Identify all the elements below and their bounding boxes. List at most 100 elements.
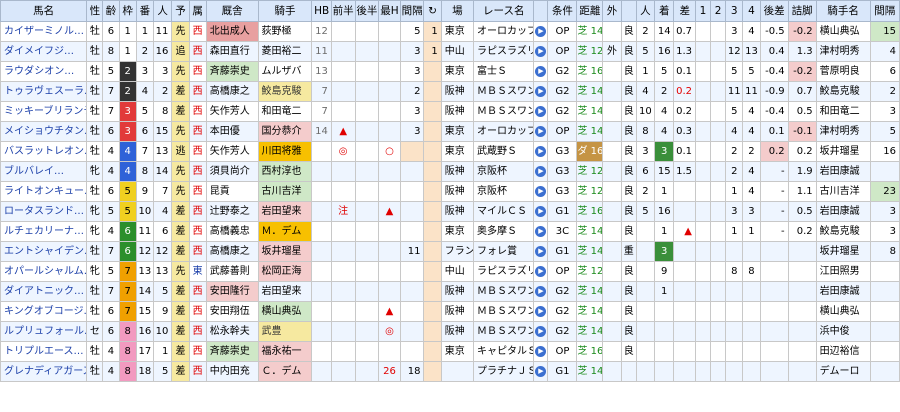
race-detail-icon[interactable]: ▶ <box>533 321 549 342</box>
table-row[interactable]: バスラットレオン… 牡 4 4 7 13 逃西矢作芳人 川田将雅 ◎ ○ 東京 武蔵野Ｓ ▶ G3 ダ 16… <box>0 141 900 162</box>
table-row[interactable]: ダイアトニック…牡77145差西安田隆行岩田望来阪神ＭＢＳスワン▶G2芝 140… <box>0 281 900 302</box>
play-icon[interactable]: ▶ <box>535 205 547 217</box>
table-row[interactable]: トゥラヴェスーラ… 牡 7 2 4 2 差西高橋康之 鮫島克駿 7 2 阪神 ＭＢＳスワン ▶ G2 芝 1… <box>0 81 900 102</box>
table-row[interactable]: ミッキーブリランテ…牡7358差西矢作芳人和田竜二73阪神ＭＢＳスワン▶G2芝 … <box>0 101 900 122</box>
race-detail-icon[interactable]: ▶ <box>533 61 549 82</box>
cell-race[interactable]: オーロカップ <box>473 121 535 142</box>
cell-race[interactable]: ＭＢＳスワン <box>473 301 535 322</box>
play-icon[interactable]: ▶ <box>535 345 547 357</box>
race-detail-icon[interactable]: ▶ <box>533 261 549 282</box>
horse-name-cell[interactable]: グレナディアガーズ… <box>0 361 88 382</box>
column-header[interactable]: 後差 <box>759 0 789 22</box>
horse-name-cell[interactable]: バスラットレオン… <box>0 141 88 162</box>
table-row[interactable]: カイザーミノル… 牡 6 1 1 11 先西北出成人 荻野極 12 5 1 東京 オーロカップ ▶ OP 芝 … <box>0 21 900 42</box>
column-header[interactable]: 人 <box>153 0 173 22</box>
column-header[interactable]: 外 <box>602 0 622 22</box>
column-header[interactable]: 差 <box>673 0 696 22</box>
column-header[interactable]: 馬名 <box>0 0 88 22</box>
play-icon[interactable]: ▶ <box>535 325 547 337</box>
cell-race[interactable]: フォレ賞 <box>473 241 535 262</box>
cell-race[interactable]: オーロカップ <box>473 21 535 42</box>
play-icon[interactable]: ▶ <box>535 25 547 37</box>
horse-name-cell[interactable]: ロータスランド… <box>0 201 88 222</box>
cell-race[interactable]: 富士Ｓ <box>473 61 535 82</box>
table-row[interactable]: ライトオンキュー…牡6597先西昆貢古川吉洋阪神京阪杯▶G3芝 1200良211… <box>0 181 900 202</box>
race-detail-icon[interactable]: ▶ <box>533 341 549 362</box>
play-icon[interactable]: ▶ <box>535 45 547 57</box>
play-icon[interactable]: ▶ <box>535 85 547 97</box>
race-detail-icon[interactable]: ▶ <box>533 101 549 122</box>
horse-name-cell[interactable]: ミッキーブリランテ… <box>0 101 88 122</box>
column-header[interactable]: 着 <box>654 0 675 22</box>
column-header[interactable]: 予 <box>171 0 190 22</box>
column-header[interactable]: 後半 <box>354 0 380 22</box>
horse-name-cell[interactable]: エントシャイデン… <box>0 241 88 262</box>
race-detail-icon[interactable]: ▶ <box>533 121 549 142</box>
table-row[interactable]: ルチェカリーナ…牝46116差西高橋義忠Ｍ．デム東京奥多摩Ｓ▶3C芝 1400良… <box>0 221 900 242</box>
cell-race[interactable]: プラチナＪＳ <box>473 361 535 382</box>
column-header[interactable]: 枠 <box>118 0 137 22</box>
column-header[interactable]: HB <box>311 0 332 22</box>
race-detail-icon[interactable]: ▶ <box>533 281 549 302</box>
horse-name-cell[interactable]: トゥラヴェスーラ… <box>0 81 88 102</box>
cell-race[interactable]: 京阪杯 <box>473 181 535 202</box>
column-header[interactable]: 間隔 <box>399 0 425 22</box>
race-detail-icon[interactable]: ▶ <box>533 141 549 162</box>
column-header[interactable]: 性 <box>86 0 104 22</box>
race-detail-icon[interactable]: ▶ <box>533 301 549 322</box>
horse-name-cell[interactable]: オパールシャルム… <box>0 261 88 282</box>
race-detail-icon[interactable]: ▶ <box>533 221 549 242</box>
column-header[interactable]: 属 <box>188 0 207 22</box>
table-row[interactable]: トリプルエース…牡48171差西斉藤崇史福永祐一 東京キャピタルＳ▶OP芝 160… <box>0 341 900 362</box>
table-row[interactable]: ダイメイフジ… 牡 8 1 2 16 追西森田直行 菱田裕二 11 3 1 中山 ラピスラズリ ▶ OP 芝 … <box>0 41 900 62</box>
race-detail-icon[interactable]: ▶ <box>533 81 549 102</box>
table-row[interactable]: オパールシャルム… 牝 5 7 13 13 先東武藤善則 松岡正海 中山 ラピスラズリ ▶ OP 芝 1… <box>0 261 900 282</box>
column-header[interactable] <box>533 0 549 22</box>
horse-name-cell[interactable]: キングオブコージ… <box>0 301 88 322</box>
column-header[interactable]: 1 <box>694 0 712 22</box>
play-icon[interactable]: ▶ <box>535 125 547 137</box>
race-detail-icon[interactable]: ▶ <box>533 361 549 382</box>
column-header[interactable]: 3 <box>725 0 744 22</box>
column-header[interactable]: 間隔 <box>869 0 900 22</box>
cell-race[interactable]: ＭＢＳスワン <box>473 81 535 102</box>
race-detail-icon[interactable]: ▶ <box>533 161 549 182</box>
horse-name-cell[interactable]: カイザーミノル… <box>0 21 88 42</box>
play-icon[interactable]: ▶ <box>535 245 547 257</box>
race-detail-icon[interactable]: ▶ <box>533 201 549 222</box>
table-row[interactable]: ロータスランド… 牝 5 5 10 4 差西辻野泰之 岩田望来注 ▲ 阪神 マイルＣＳ ▶ G1 芝 16… <box>0 201 900 222</box>
cell-race[interactable]: 京阪杯 <box>473 161 535 182</box>
horse-name-cell[interactable]: ライトオンキュー… <box>0 181 88 202</box>
column-header[interactable]: 距離 <box>576 0 604 22</box>
play-icon[interactable]: ▶ <box>535 305 547 317</box>
cell-race[interactable]: 奥多摩Ｓ <box>473 221 535 242</box>
column-header[interactable] <box>620 0 637 22</box>
cell-race[interactable]: ラピスラズリ <box>473 261 535 282</box>
table-row[interactable]: エントシャイデン…牡761212差西高橋康之坂井瑠星11フランスフォレ賞▶G1芝… <box>0 241 900 262</box>
column-header[interactable]: 前半 <box>330 0 356 22</box>
cell-race[interactable]: 武蔵野Ｓ <box>473 141 535 162</box>
cell-race[interactable]: キャピタルＳ <box>473 341 535 362</box>
column-header[interactable]: 詰脚 <box>787 0 817 22</box>
play-icon[interactable]: ▶ <box>535 105 547 117</box>
table-row[interactable]: グレナディアガーズ…牡48185差西中内田充Ｃ．デム2618プラチナＪＳ▶G1芝… <box>0 361 900 382</box>
table-row[interactable]: キングオブコージ… 牡 6 7 15 9 差西安田翔伍 横山典弘 ▲ 阪神 ＭＢＳスワン ▶ G2 芝 1… <box>0 301 900 322</box>
play-icon[interactable]: ▶ <box>535 65 547 77</box>
horse-name-cell[interactable]: ブルバレイ… <box>0 161 88 182</box>
cell-race[interactable]: ＭＢＳスワン <box>473 101 535 122</box>
cell-race[interactable]: ＭＢＳスワン <box>473 321 535 342</box>
column-header[interactable]: レース名 <box>473 0 535 22</box>
horse-name-cell[interactable]: ダイアトニック… <box>0 281 88 302</box>
table-row[interactable]: メイショウチタン… 牡 6 3 6 15 先西本田優 国分恭介 14 ▲ 3 東京 オーロカップ ▶ OP 芝… <box>0 121 900 142</box>
column-header[interactable]: 最H <box>378 0 401 22</box>
play-icon[interactable]: ▶ <box>535 365 547 377</box>
column-header[interactable]: ↻ <box>423 0 442 22</box>
play-icon[interactable]: ▶ <box>535 225 547 237</box>
cell-race[interactable]: マイルＣＳ <box>473 201 535 222</box>
column-header[interactable]: 条件 <box>547 0 578 22</box>
column-header[interactable]: 番 <box>135 0 155 22</box>
play-icon[interactable]: ▶ <box>535 165 547 177</box>
play-icon[interactable]: ▶ <box>535 145 547 157</box>
table-row[interactable]: ルプリュフォール… セ 6 8 16 10 差西松永幹夫 武豊 ◎ 阪神 ＭＢＳスワン ▶ G2 芝 14… <box>0 321 900 342</box>
horse-name-cell[interactable]: メイショウチタン… <box>0 121 88 142</box>
